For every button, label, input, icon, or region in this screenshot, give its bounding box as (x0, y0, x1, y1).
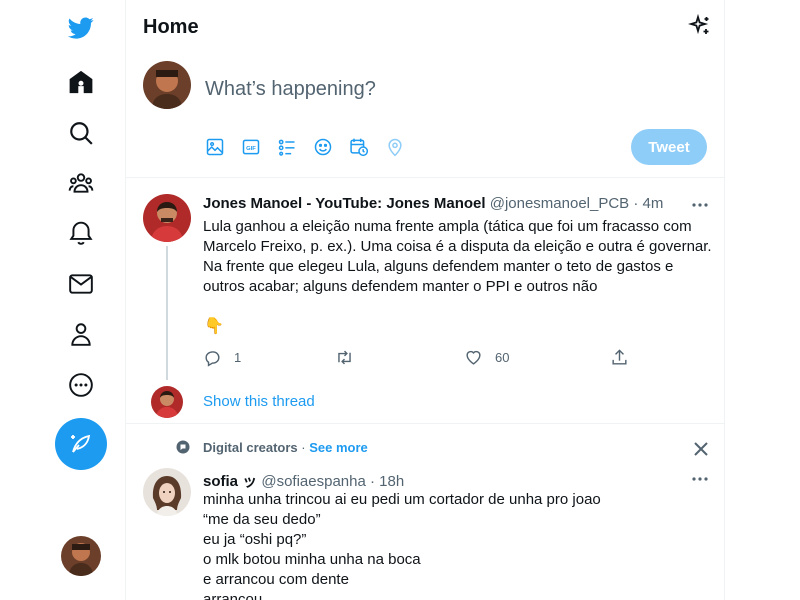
tweet-input[interactable] (205, 75, 705, 103)
tweet-text-line: “me da seu dedo” (203, 511, 321, 528)
topic-name[interactable]: Digital creators (203, 440, 298, 455)
avatar[interactable] (151, 386, 183, 418)
share-button[interactable] (610, 348, 629, 367)
tweet-text-line: e arrancou com dente (203, 571, 349, 588)
explore-icon[interactable] (61, 113, 101, 153)
author-name[interactable]: sofia ッ (203, 473, 257, 490)
twitter-logo-icon[interactable] (61, 8, 101, 48)
gif-icon[interactable]: GIF (240, 136, 262, 158)
like-button[interactable]: 60 (464, 348, 509, 367)
location-icon[interactable] (384, 136, 406, 158)
more-options-icon[interactable] (688, 194, 712, 216)
more-options-icon[interactable] (688, 468, 712, 490)
heart-icon (466, 350, 481, 365)
retweet-button[interactable] (335, 348, 366, 367)
topic-separator: · (297, 440, 310, 455)
poll-icon[interactable] (276, 136, 298, 158)
retweet-icon (338, 350, 351, 365)
home-icon[interactable] (61, 62, 101, 102)
thread-connector (166, 246, 168, 380)
tweet-time[interactable]: · 18h (370, 473, 404, 490)
sidebar-nav (0, 0, 125, 600)
tweet-text-line: o mlk botou minha unha na boca (203, 551, 421, 568)
avatar (143, 61, 191, 109)
share-icon (612, 349, 627, 365)
reply-icon (205, 351, 220, 367)
main-timeline: Home GIF Tweet (125, 0, 725, 600)
notifications-icon[interactable] (61, 213, 101, 253)
author-handle[interactable]: @jonesmanoel_PCB (490, 195, 629, 212)
tweet[interactable]: Digital creators · See more sofia ッ @sof… (126, 424, 724, 600)
tweet-text-line: Na frente que elegeu Lula, alguns defend… (203, 258, 674, 275)
messages-icon[interactable] (61, 264, 101, 304)
feather-icon (71, 434, 91, 453)
svg-text:GIF: GIF (246, 146, 256, 152)
pointing-down-emoji: 👇 (204, 318, 224, 335)
compose-tweet-button[interactable] (55, 418, 107, 470)
tweet-text-line: Lula ganhou a eleição numa frente ampla … (203, 218, 692, 235)
tweet-composer: GIF Tweet (126, 53, 724, 178)
tweet-header: sofia ッ @sofiaespanha · 18h (203, 470, 404, 491)
author-name[interactable]: Jones Manoel - YouTube: Jones Manoel (203, 195, 486, 212)
topic-row: Digital creators · See more (203, 440, 368, 455)
avatar[interactable] (143, 194, 191, 242)
avatar[interactable] (143, 468, 191, 516)
topic-icon (176, 440, 190, 454)
timeline-header: Home (126, 0, 724, 53)
see-more-link[interactable]: See more (309, 440, 368, 455)
more-icon[interactable] (61, 365, 101, 405)
tweet-text-line: minha unha trincou ai eu pedi um cortado… (203, 491, 601, 508)
profile-icon[interactable] (61, 314, 101, 354)
close-icon[interactable] (690, 438, 712, 460)
communities-icon[interactable] (61, 163, 101, 203)
reply-button[interactable]: 1 (203, 348, 241, 367)
tweet-text-line: arrancou (203, 591, 263, 600)
sparkle-icon[interactable] (688, 14, 712, 38)
tweet-header: Jones Manoel - YouTube: Jones Manoel @jo… (203, 195, 663, 212)
author-handle[interactable]: @sofiaespanha (261, 473, 365, 490)
tweet-text: minha unha trincou ai eu pedi um cortado… (203, 490, 713, 600)
tweet[interactable]: Jones Manoel - YouTube: Jones Manoel @jo… (126, 178, 724, 424)
emoji-icon[interactable] (312, 136, 334, 158)
reply-count: 1 (234, 350, 242, 365)
media-icon[interactable] (204, 136, 226, 158)
tweet-button[interactable]: Tweet (631, 129, 707, 165)
page-title: Home (143, 16, 199, 38)
tweet-text-line: eu ja “oshi pq?” (203, 531, 307, 548)
tweet-text: Lula ganhou a eleição numa frente ampla … (203, 217, 715, 297)
show-thread-link[interactable]: Show this thread (203, 393, 315, 410)
tweet-text-line: outros acabar; alguns defendem manter o … (203, 278, 598, 295)
schedule-icon[interactable] (348, 136, 370, 158)
account-avatar[interactable] (61, 536, 101, 576)
tweet-time[interactable]: · 4m (633, 195, 663, 212)
like-count: 60 (495, 350, 510, 365)
tweet-text-line: Marcelo Freixo, p. ex.). Uma coisa é a d… (203, 238, 712, 255)
